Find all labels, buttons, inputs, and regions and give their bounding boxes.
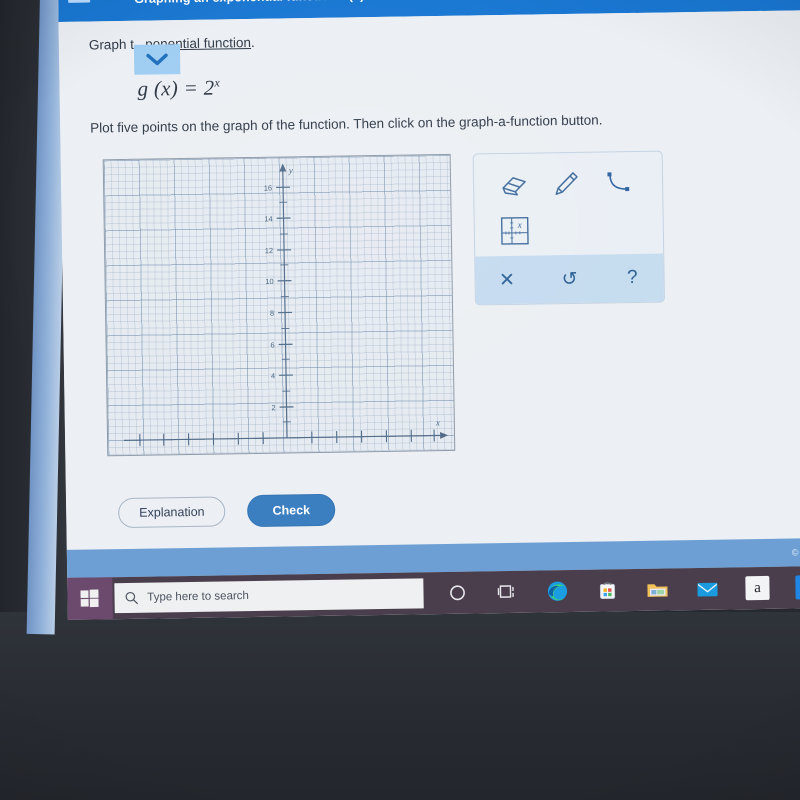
cortana-icon[interactable] bbox=[445, 581, 469, 605]
svg-text:4: 4 bbox=[271, 371, 275, 380]
undo-icon[interactable]: ↺ bbox=[538, 267, 601, 291]
amazon-icon[interactable]: a bbox=[745, 575, 770, 601]
check-button[interactable]: Check bbox=[247, 493, 336, 528]
chevron-down-icon[interactable] bbox=[133, 44, 181, 75]
page-title: Graphing an exponential function: f(x) =… bbox=[134, 0, 391, 6]
windows-start-icon[interactable] bbox=[67, 577, 113, 620]
svg-text:x: x bbox=[435, 417, 440, 427]
hamburger-menu-icon[interactable] bbox=[68, 0, 91, 3]
eraser-icon[interactable] bbox=[488, 164, 541, 205]
problem-instruction: Plot five points on the graph of the fun… bbox=[90, 112, 603, 136]
taskbar-icon-group: a bbox=[445, 575, 800, 605]
graph-a-function-icon[interactable]: x bbox=[489, 210, 542, 251]
mail-icon[interactable] bbox=[695, 577, 719, 601]
svg-text:14: 14 bbox=[264, 214, 272, 223]
svg-text:6: 6 bbox=[270, 341, 274, 350]
amazon-icon-glyph: a bbox=[754, 579, 761, 596]
microsoft-store-icon[interactable] bbox=[595, 578, 619, 602]
dropbox-icon[interactable] bbox=[795, 575, 800, 600]
toolbar-action-bar: ✕ ↺ ? bbox=[475, 253, 664, 305]
graph-canvas[interactable]: y x 16 14 12 10 8 6 4 2 bbox=[102, 153, 456, 457]
screen-content: Graphing an exponential function: f(x) =… bbox=[58, 0, 800, 620]
tool-row-primary bbox=[474, 160, 663, 209]
pencil-icon[interactable] bbox=[540, 164, 593, 205]
exercise-page: Graph t...ponential function. g (x) = 2x… bbox=[58, 10, 800, 550]
monitor-photo: Graphing an exponential function: f(x) =… bbox=[0, 0, 800, 800]
drawing-toolbar: x ✕ ↺ ? bbox=[472, 150, 665, 306]
equation-body: g (x) = 2 bbox=[137, 75, 215, 101]
search-input[interactable]: Type here to search bbox=[114, 578, 424, 614]
graph-axes: y x 16 14 12 10 8 6 4 2 bbox=[123, 163, 449, 447]
function-equation: g (x) = 2x bbox=[137, 66, 800, 102]
tool-button-group: x bbox=[474, 152, 664, 255]
help-icon[interactable]: ? bbox=[601, 267, 664, 290]
svg-text:16: 16 bbox=[264, 183, 272, 192]
svg-text:12: 12 bbox=[265, 246, 273, 255]
copyright-text: © 20 bbox=[791, 547, 800, 558]
monitor-bezel-bottom bbox=[0, 612, 800, 800]
tool-row-secondary: x bbox=[474, 206, 663, 255]
svg-text:8: 8 bbox=[270, 309, 274, 318]
clear-icon[interactable]: ✕ bbox=[475, 268, 538, 292]
explanation-button[interactable]: Explanation bbox=[117, 496, 226, 529]
search-icon bbox=[125, 591, 138, 605]
curve-icon[interactable] bbox=[592, 163, 645, 204]
svg-text:x: x bbox=[517, 220, 522, 230]
prompt-suffix: . bbox=[250, 34, 255, 50]
svg-text:2: 2 bbox=[271, 403, 275, 412]
problem-prompt: Graph t...ponential function. bbox=[89, 26, 800, 59]
task-view-icon[interactable] bbox=[495, 580, 519, 604]
footer-button-group: Explanation Check bbox=[117, 493, 336, 529]
file-explorer-icon[interactable] bbox=[645, 577, 669, 601]
svg-text:10: 10 bbox=[265, 277, 273, 286]
prompt-prefix: Graph t bbox=[88, 36, 135, 53]
work-area: y x 16 14 12 10 8 6 4 2 x ✕ ↺ ? bbox=[91, 148, 800, 459]
search-placeholder: Type here to search bbox=[147, 590, 249, 604]
equation-exponent: x bbox=[214, 75, 221, 90]
svg-text:y: y bbox=[288, 165, 293, 175]
page-title-text: Graphing an exponential function: f(x) =… bbox=[134, 0, 386, 6]
edge-browser-icon[interactable] bbox=[545, 579, 569, 603]
